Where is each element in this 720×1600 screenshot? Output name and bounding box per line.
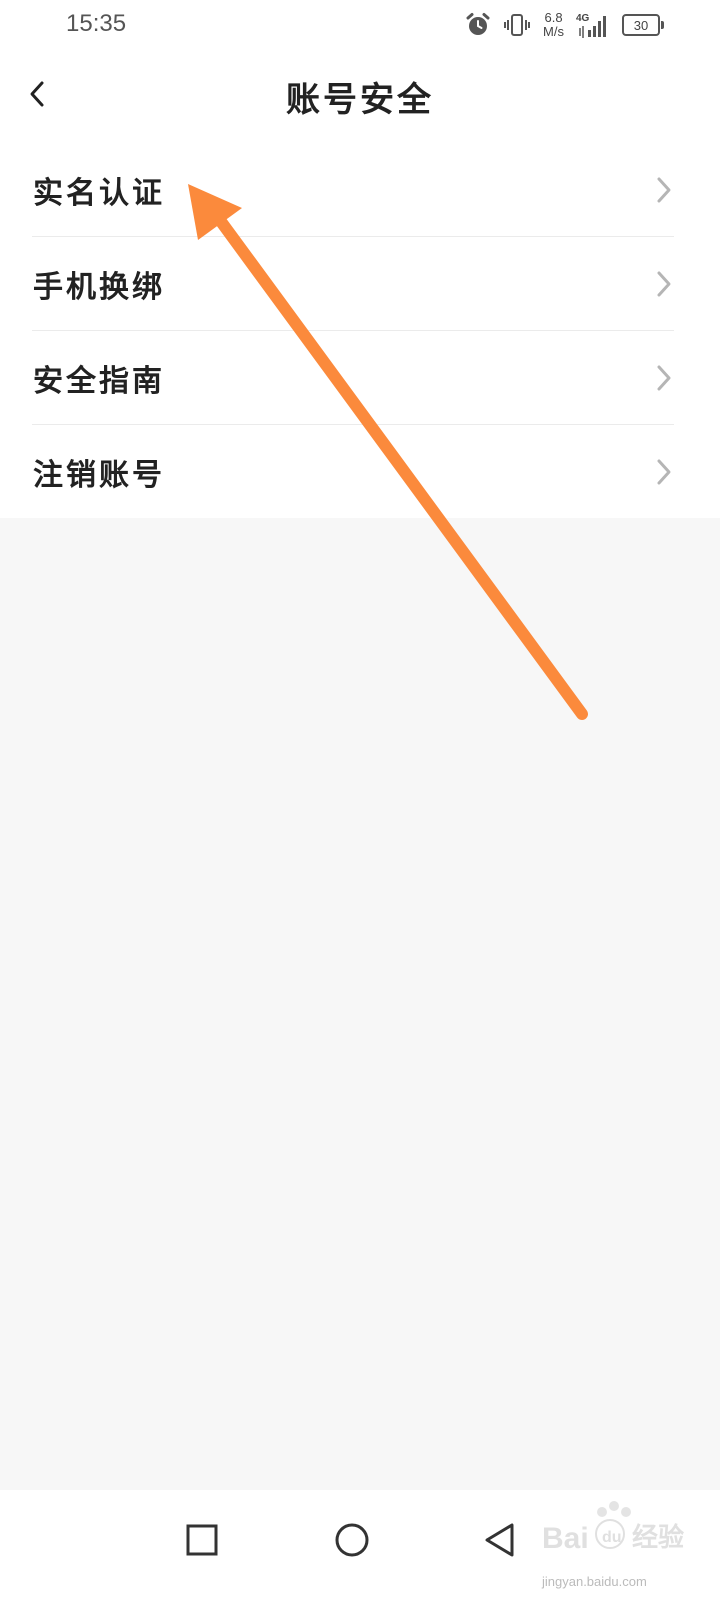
chevron-right-icon [657, 271, 671, 297]
chevron-right-icon [657, 459, 671, 485]
menu-item-label: 注销账号 [33, 458, 165, 493]
menu-item-security-guide[interactable]: 安全指南 [0, 330, 720, 424]
network-speed-unit: M/s [543, 24, 564, 39]
alarm-icon [466, 13, 490, 35]
battery-icon: 30 [622, 14, 664, 36]
signal-icon: 4G [576, 12, 610, 38]
menu-list: 实名认证 手机换绑 安全指南 注销账号 [0, 142, 720, 518]
menu-item-label: 实名认证 [33, 176, 165, 211]
page-title: 账号安全 [286, 80, 434, 120]
watermark-subtext: jingyan.baidu.com [542, 1574, 647, 1589]
status-bar: 15:35 6.8 M/s 4G 30 [0, 0, 720, 50]
home-button[interactable] [322, 1510, 382, 1570]
menu-item-change-phone[interactable]: 手机换绑 [0, 236, 720, 330]
status-time: 15:35 [66, 10, 127, 37]
baidu-watermark-logo: Bai du 经验 [542, 1501, 684, 1555]
menu-item-label: 手机换绑 [33, 270, 165, 305]
svg-text:du: du [602, 1529, 622, 1546]
recent-apps-button[interactable] [172, 1510, 232, 1570]
recent-apps-icon [186, 1524, 218, 1556]
chevron-right-icon [657, 177, 671, 203]
network-speed-value: 6.8 [544, 10, 563, 25]
header: 账号安全 [0, 50, 720, 142]
home-icon [335, 1523, 369, 1557]
menu-item-real-name-verification[interactable]: 实名认证 [0, 142, 720, 236]
back-triangle-icon [485, 1523, 514, 1557]
vibrate-icon [504, 14, 531, 36]
menu-item-label: 安全指南 [33, 364, 165, 399]
system-back-button[interactable] [470, 1510, 530, 1570]
menu-item-cancel-account[interactable]: 注销账号 [0, 424, 720, 518]
svg-text:经验: 经验 [632, 1522, 684, 1553]
battery-level: 30 [633, 17, 649, 33]
chevron-right-icon [657, 365, 671, 391]
svg-text:Bai: Bai [542, 1522, 589, 1555]
network-speed: 6.8 M/s [543, 11, 564, 39]
status-icons: 6.8 M/s 4G 30 [465, 8, 664, 42]
